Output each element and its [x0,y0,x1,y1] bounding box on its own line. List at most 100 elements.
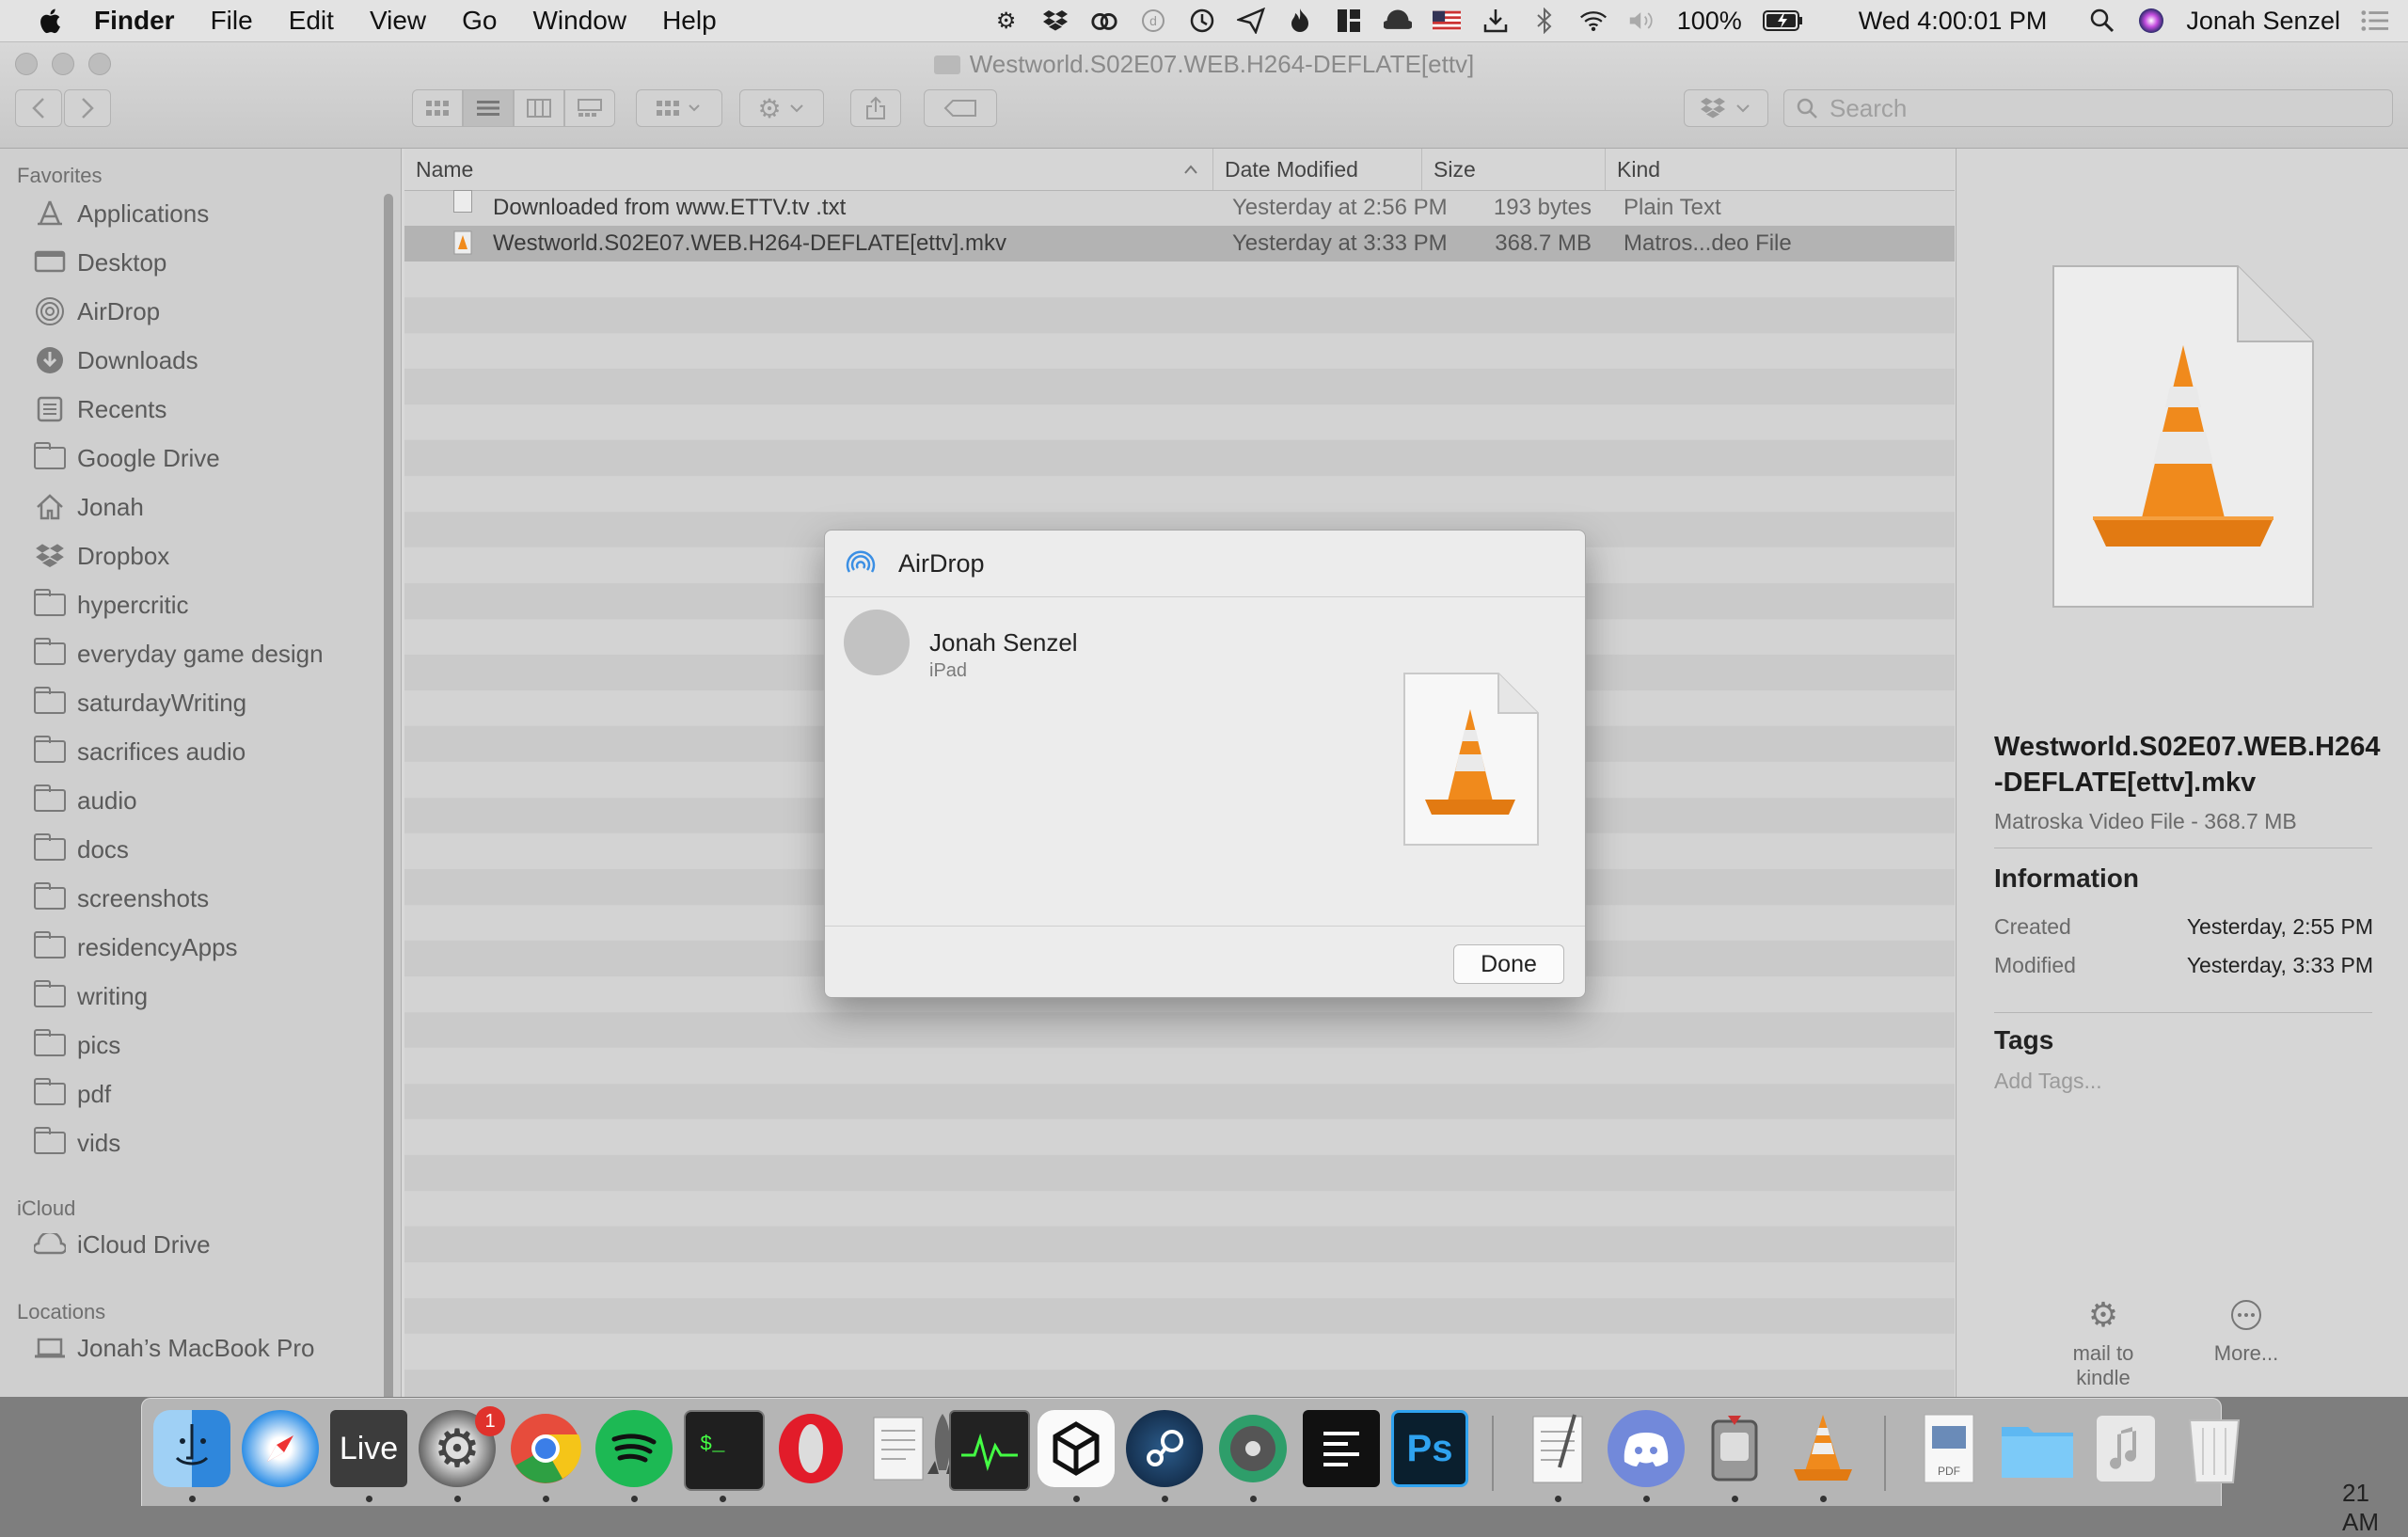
menu-edit[interactable]: Edit [289,6,334,36]
sidebar-item-macbook[interactable]: Jonah’s MacBook Pro [32,1329,314,1367]
sidebar-scrollbar[interactable] [384,194,393,1397]
sidebar-item-pics[interactable]: pics [32,1026,120,1064]
flame-icon[interactable] [1286,7,1314,35]
chrome-dock-icon[interactable] [507,1410,584,1487]
sidebar-item-pdf[interactable]: pdf [32,1075,111,1113]
pdf-document-dock-icon[interactable]: PDF [1910,1410,1988,1487]
sidebar-item-applications[interactable]: Applications [32,195,209,232]
trash-dock-icon[interactable] [2176,1410,2253,1487]
column-view-button[interactable] [514,89,564,127]
text-editor-dock-icon[interactable] [1303,1410,1380,1487]
wifi-icon[interactable] [1579,7,1608,35]
sidebar-item-docs[interactable]: docs [32,831,129,868]
sidebar-item-sacrifices-audio[interactable]: sacrifices audio [32,733,246,770]
sidebar-item-downloads[interactable]: Downloads [32,341,198,379]
sidebar-item-icloud-drive[interactable]: iCloud Drive [32,1226,211,1263]
recipient-name[interactable]: Jonah Senzel [929,628,1078,658]
menu-go[interactable]: Go [462,6,497,36]
sidebar-item-hypercritic[interactable]: hypercritic [32,586,188,624]
opera-dock-icon[interactable] [772,1410,849,1487]
grid-icon[interactable] [1335,7,1363,35]
ableton-live-dock-icon[interactable]: Live [330,1410,407,1487]
sidebar-item-audio[interactable]: audio [32,782,137,819]
send-icon[interactable] [1236,7,1265,35]
dash-icon[interactable]: d [1139,7,1167,35]
textedit-dock-icon[interactable] [1519,1410,1596,1487]
download-icon[interactable] [1481,7,1510,35]
column-header-kind[interactable]: Kind [1606,149,1955,190]
menubar-clock[interactable]: Wed 4:00:01 PM [1859,7,2048,36]
column-header-size[interactable]: Size [1422,149,1606,190]
sidebar-item-saturdaywriting[interactable]: saturdayWriting [32,684,246,721]
share-button[interactable] [850,89,901,127]
search-field[interactable] [1783,89,2393,127]
forward-button[interactable] [64,89,111,127]
time-machine-icon[interactable] [1188,7,1216,35]
terminal-dock-icon[interactable]: $_ [684,1410,765,1491]
notification-center-icon[interactable] [2361,7,2389,35]
music-dock-icon[interactable] [2087,1410,2164,1487]
menu-finder[interactable]: Finder [94,6,175,36]
folder-dock-icon[interactable] [1999,1410,2076,1487]
avatar[interactable] [844,610,910,675]
done-button[interactable]: Done [1453,944,1564,984]
column-header-date[interactable]: Date Modified [1213,149,1422,190]
column-header-name[interactable]: Name [404,149,1213,190]
activity-monitor-dock-icon[interactable] [949,1410,1030,1491]
spotify-dock-icon[interactable] [595,1410,673,1487]
user-name[interactable]: Jonah Senzel [2186,7,2340,36]
sidebar-item-airdrop[interactable]: AirDrop [32,293,160,330]
file-row-mkv[interactable]: Westworld.S02E07.WEB.H264-DEFLATE[ettv].… [404,226,1955,261]
gear-icon[interactable]: ⚙ [992,7,1021,35]
airdrop-dialog: AirDrop Jonah Senzel iPad Done [824,530,1586,998]
icon-view-button[interactable] [412,89,463,127]
apple-menu-icon[interactable] [38,5,66,37]
sidebar-item-desktop[interactable]: Desktop [32,244,166,281]
add-tags-field[interactable]: Add Tags... [1994,1069,2102,1094]
back-button[interactable] [15,89,62,127]
siri-icon[interactable] [2137,7,2165,35]
finder-dock-icon[interactable] [153,1410,230,1487]
sidebar-item-dropbox[interactable]: Dropbox [32,537,169,575]
steam-dock-icon[interactable] [1126,1410,1203,1487]
sidebar-item-google-drive[interactable]: Google Drive [32,439,220,477]
volume-icon[interactable] [1628,7,1656,35]
running-indicator [454,1496,461,1502]
bluetooth-icon[interactable] [1530,7,1559,35]
transmit-dock-icon[interactable] [1696,1410,1773,1487]
discord-dock-icon[interactable] [1608,1410,1685,1487]
menu-file[interactable]: File [211,6,253,36]
sidebar-item-jonah[interactable]: Jonah [32,488,144,526]
menu-help[interactable]: Help [662,6,717,36]
photoshop-dock-icon[interactable]: Ps [1391,1410,1468,1487]
action-button[interactable]: ⚙ [739,89,824,127]
battery-icon[interactable] [1762,7,1804,35]
group-button[interactable] [636,89,722,127]
list-view-button[interactable] [463,89,514,127]
search-input[interactable] [1828,92,2358,124]
menu-view[interactable]: View [370,6,426,36]
vlc-dock-icon[interactable] [1784,1410,1861,1487]
sidebar-item-writing[interactable]: writing [32,977,148,1015]
spotlight-icon[interactable] [2088,7,2116,35]
file-name: Downloaded from www.ETTV.tv .txt [493,195,847,220]
dropbox-icon[interactable] [1041,7,1069,35]
mail-to-kindle-button[interactable]: ⚙ mail to kindle [2047,1295,2160,1390]
sidebar-item-everyday-game-design[interactable]: everyday game design [32,635,324,673]
dropbox-toolbar-button[interactable] [1684,89,1768,127]
sidebar-item-residencyapps[interactable]: residencyApps [32,928,238,966]
more-button[interactable]: More... [2190,1296,2303,1366]
safari-dock-icon[interactable] [242,1410,319,1487]
cloud-icon[interactable] [1383,7,1412,35]
unity-dock-icon[interactable] [1038,1410,1115,1487]
file-row-txt[interactable]: Downloaded from www.ETTV.tv .txt Yesterd… [404,190,1955,226]
sidebar-item-recents[interactable]: Recents [32,390,166,428]
gallery-view-button[interactable] [564,89,615,127]
sidebar-item-screenshots[interactable]: screenshots [32,879,209,917]
reaper-dock-icon[interactable] [1214,1410,1291,1487]
tags-button[interactable] [924,89,997,127]
creative-cloud-icon[interactable] [1090,7,1118,35]
menu-window[interactable]: Window [532,6,626,36]
flag-icon[interactable] [1432,7,1461,35]
sidebar-item-vids[interactable]: vids [32,1124,120,1162]
